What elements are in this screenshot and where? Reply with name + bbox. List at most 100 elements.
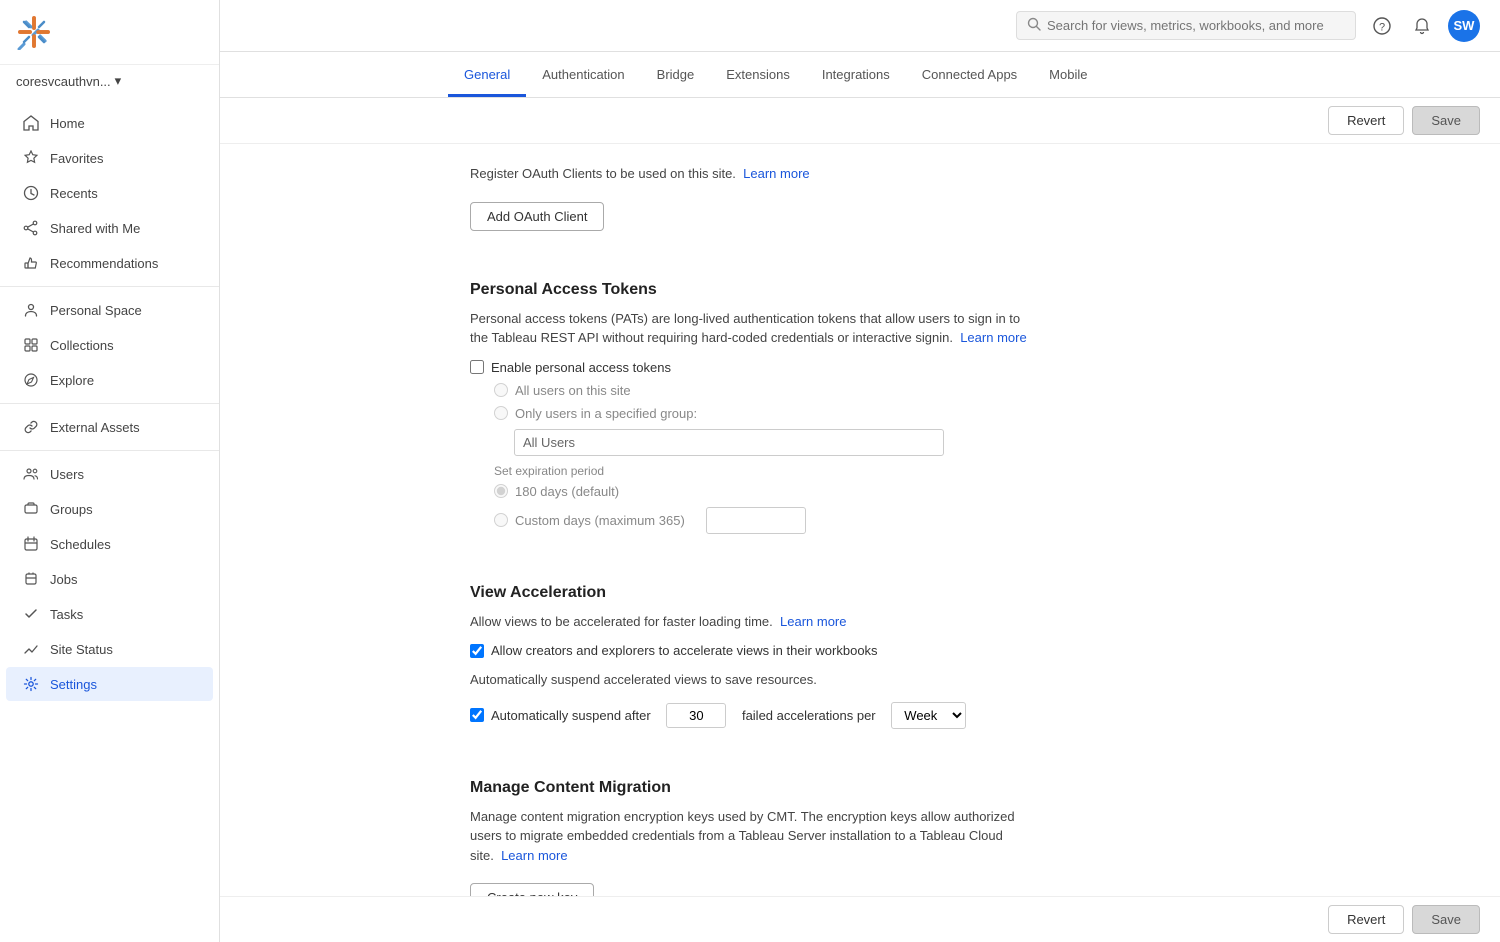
bottom-save-button[interactable]: Save bbox=[1412, 905, 1480, 934]
radio-custom-row: Custom days (maximum 365) bbox=[494, 507, 1030, 534]
sidebar-label-recents: Recents bbox=[50, 186, 98, 201]
tab-authentication[interactable]: Authentication bbox=[526, 55, 640, 97]
pat-section: Personal Access Tokens Personal access t… bbox=[470, 261, 1030, 534]
radio-all-users-label: All users on this site bbox=[515, 383, 631, 398]
tab-integrations[interactable]: Integrations bbox=[806, 55, 906, 97]
content-migration-title: Manage Content Migration bbox=[470, 779, 1030, 797]
content-migration-learn-more[interactable]: Learn more bbox=[501, 848, 567, 863]
allow-accelerate-label: Allow creators and explorers to accelera… bbox=[491, 643, 878, 658]
failed-after-input[interactable] bbox=[666, 703, 726, 728]
avatar[interactable]: SW bbox=[1448, 10, 1480, 42]
content-area: Register OAuth Clients to be used on thi… bbox=[220, 144, 1500, 896]
enable-pat-checkbox[interactable] bbox=[470, 360, 484, 374]
sidebar-item-home[interactable]: Home bbox=[6, 106, 213, 140]
sidebar-label-shared: Shared with Me bbox=[50, 221, 140, 236]
sidebar-item-favorites[interactable]: Favorites bbox=[6, 141, 213, 175]
pat-learn-more[interactable]: Learn more bbox=[960, 330, 1026, 345]
users-icon bbox=[22, 465, 40, 483]
svg-text:?: ? bbox=[1379, 21, 1385, 33]
sidebar-header bbox=[0, 0, 219, 65]
create-new-key-button[interactable]: Create new key bbox=[470, 883, 594, 896]
search-input[interactable] bbox=[1047, 18, 1345, 33]
enable-pat-row: Enable personal access tokens bbox=[470, 360, 1030, 375]
bottom-revert-button[interactable]: Revert bbox=[1328, 905, 1404, 934]
oauth-learn-more[interactable]: Learn more bbox=[743, 166, 809, 181]
search-bar[interactable] bbox=[1016, 11, 1356, 40]
tab-bridge[interactable]: Bridge bbox=[641, 55, 711, 97]
view-accel-desc: Allow views to be accelerated for faster… bbox=[470, 612, 1030, 632]
gear-icon bbox=[22, 675, 40, 693]
group-dropdown[interactable]: All Users bbox=[514, 429, 944, 456]
sidebar-label-site-status: Site Status bbox=[50, 642, 113, 657]
radio-specified-group-label: Only users in a specified group: bbox=[515, 406, 697, 421]
sidebar-label-collections: Collections bbox=[50, 338, 114, 353]
group-select-group: All Users bbox=[514, 429, 1030, 456]
clock-icon bbox=[22, 184, 40, 202]
radio-all-users[interactable] bbox=[494, 383, 508, 397]
sidebar: coresvcauthvn... ▾ Home Favorites Recent… bbox=[0, 0, 220, 942]
sidebar-item-jobs[interactable]: Jobs bbox=[6, 562, 213, 596]
failed-label: failed accelerations per bbox=[742, 708, 876, 723]
oauth-desc: Register OAuth Clients to be used on thi… bbox=[470, 164, 1030, 184]
topbar: ? SW bbox=[220, 0, 1500, 52]
auto-suspend-row: Automatically suspend after failed accel… bbox=[470, 702, 1030, 729]
auto-suspend-checkbox[interactable] bbox=[470, 708, 484, 722]
sidebar-item-shared[interactable]: Shared with Me bbox=[6, 211, 213, 245]
sidebar-label-home: Home bbox=[50, 116, 85, 131]
main-panel: ? SW General Authentication Bridge Exten… bbox=[220, 0, 1500, 942]
sidebar-item-site-status[interactable]: Site Status bbox=[6, 632, 213, 666]
sidebar-item-recommendations[interactable]: Recommendations bbox=[6, 246, 213, 280]
sidebar-label-recommendations: Recommendations bbox=[50, 256, 158, 271]
top-revert-button[interactable]: Revert bbox=[1328, 106, 1404, 135]
tab-extensions[interactable]: Extensions bbox=[710, 55, 806, 97]
job-icon bbox=[22, 570, 40, 588]
radio-specified-group[interactable] bbox=[494, 406, 508, 420]
link-icon bbox=[22, 418, 40, 436]
content-migration-desc: Manage content migration encryption keys… bbox=[470, 807, 1030, 866]
tabs-bar: General Authentication Bridge Extensions… bbox=[220, 52, 1500, 98]
sidebar-item-personal-space[interactable]: Personal Space bbox=[6, 293, 213, 327]
tab-connected-apps[interactable]: Connected Apps bbox=[906, 55, 1033, 97]
sidebar-item-tasks[interactable]: Tasks bbox=[6, 597, 213, 631]
help-button[interactable]: ? bbox=[1368, 12, 1396, 40]
view-accel-learn-more[interactable]: Learn more bbox=[780, 614, 846, 629]
notifications-button[interactable] bbox=[1408, 12, 1436, 40]
sidebar-item-users[interactable]: Users bbox=[6, 457, 213, 491]
sidebar-item-settings[interactable]: Settings bbox=[6, 667, 213, 701]
sidebar-label-personal-space: Personal Space bbox=[50, 303, 142, 318]
allow-accelerate-row: Allow creators and explorers to accelera… bbox=[470, 643, 1030, 658]
allow-accelerate-checkbox[interactable] bbox=[470, 644, 484, 658]
radio-all-users-row: All users on this site bbox=[494, 383, 1030, 398]
top-save-button[interactable]: Save bbox=[1412, 106, 1480, 135]
oauth-section: Register OAuth Clients to be used on thi… bbox=[470, 144, 1030, 231]
tab-general[interactable]: General bbox=[448, 55, 526, 97]
radio-custom-days[interactable] bbox=[494, 513, 508, 527]
sidebar-item-groups[interactable]: Groups bbox=[6, 492, 213, 526]
tab-mobile[interactable]: Mobile bbox=[1033, 55, 1103, 97]
sidebar-nav: Home Favorites Recents Shared with Me bbox=[0, 97, 219, 942]
sidebar-item-external-assets[interactable]: External Assets bbox=[6, 410, 213, 444]
sidebar-item-explore[interactable]: Explore bbox=[6, 363, 213, 397]
radio-180-row: 180 days (default) bbox=[494, 484, 1030, 499]
view-accel-title: View Acceleration bbox=[470, 584, 1030, 602]
view-acceleration-section: View Acceleration Allow views to be acce… bbox=[470, 564, 1030, 729]
period-select[interactable]: Week Day Month bbox=[891, 702, 966, 729]
thumb-icon bbox=[22, 254, 40, 272]
calendar-icon bbox=[22, 535, 40, 553]
auto-suspend-desc: Automatically suspend accelerated views … bbox=[470, 670, 1030, 690]
pat-title: Personal Access Tokens bbox=[470, 281, 1030, 299]
sidebar-label-explore: Explore bbox=[50, 373, 94, 388]
add-oauth-client-button[interactable]: Add OAuth Client bbox=[470, 202, 604, 231]
radio-180-days[interactable] bbox=[494, 484, 508, 498]
auto-suspend-inline: Automatically suspend after failed accel… bbox=[491, 702, 966, 729]
sidebar-label-groups: Groups bbox=[50, 502, 93, 517]
sidebar-label-favorites: Favorites bbox=[50, 151, 103, 166]
sidebar-item-collections[interactable]: Collections bbox=[6, 328, 213, 362]
sidebar-item-recents[interactable]: Recents bbox=[6, 176, 213, 210]
sidebar-label-external-assets: External Assets bbox=[50, 420, 140, 435]
site-selector[interactable]: coresvcauthvn... ▾ bbox=[0, 65, 219, 97]
sidebar-item-schedules[interactable]: Schedules bbox=[6, 527, 213, 561]
top-toolbar: Revert Save bbox=[220, 98, 1500, 144]
custom-days-input[interactable] bbox=[706, 507, 806, 534]
sidebar-label-tasks: Tasks bbox=[50, 607, 83, 622]
